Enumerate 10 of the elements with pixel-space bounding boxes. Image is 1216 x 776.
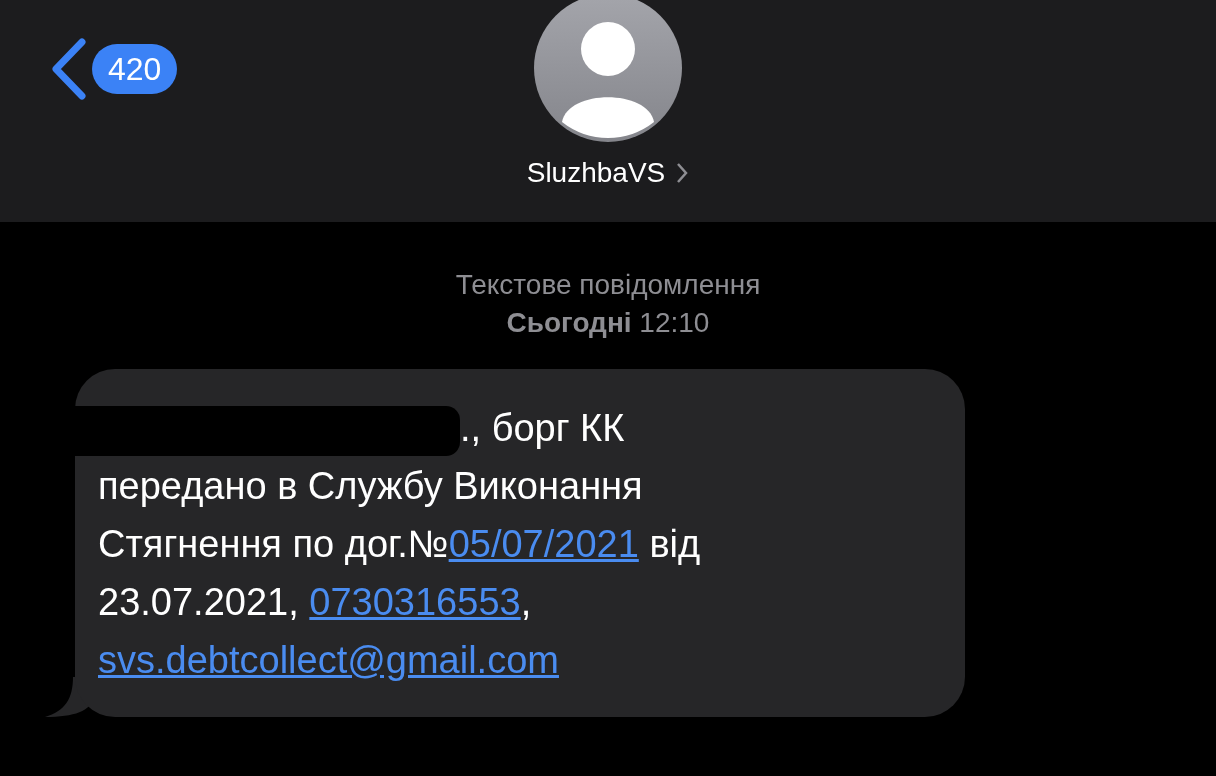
message-type-label: Текстове повідомлення xyxy=(455,268,761,302)
avatar-icon[interactable] xyxy=(534,0,682,142)
message-link[interactable]: 0730316553 xyxy=(309,581,521,623)
timestamp: Сьогодні 12:10 xyxy=(506,306,710,340)
chevron-icon xyxy=(675,161,690,185)
unread-count[interactable]: 420 xyxy=(92,44,178,94)
message-link[interactable]: svs.debtcollect@gmail.com xyxy=(98,639,559,681)
contact-name-button[interactable]: SluzhbaVS xyxy=(526,152,690,194)
message-link[interactable]: 05/07/2021 xyxy=(448,523,639,565)
message-text: ., борг КК передано в Службу Виконання Стягнення по дог.№05/07/2021 від 23.07.2021, 0730316553, svs.debtcollect@gmail.com xyxy=(98,399,945,689)
